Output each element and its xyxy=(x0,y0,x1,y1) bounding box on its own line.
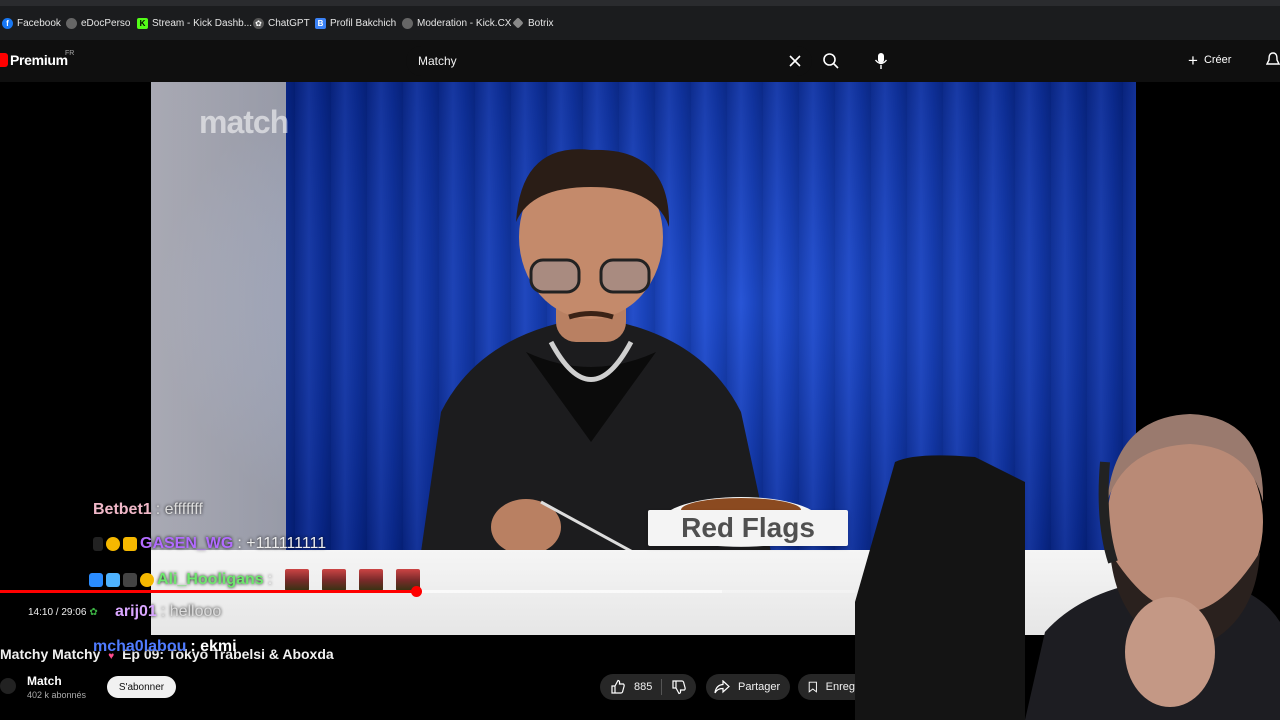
chat-message: arij01 : hellooo xyxy=(115,603,221,621)
bookmark-kick-dashboard[interactable]: K Stream - Kick Dashb... xyxy=(137,15,252,31)
create-button[interactable]: + Créer xyxy=(1188,48,1231,72)
subscriber-count: 402 k abonnés xyxy=(27,690,87,700)
globe-icon xyxy=(402,17,413,29)
kick-icon: K xyxy=(137,17,148,29)
search-query-text: Matchy xyxy=(418,54,457,68)
chat-message: GASEN_WG : +111111111 xyxy=(93,535,326,553)
bookmark-save-icon xyxy=(808,681,817,693)
crown-badge-icon xyxy=(123,537,137,551)
bookmark-label: eDocPerso xyxy=(81,17,131,29)
share-button[interactable]: Partager xyxy=(706,674,790,700)
close-icon xyxy=(789,55,801,67)
plus-icon: + xyxy=(1188,50,1198,70)
current-time: 14:10 xyxy=(28,607,54,618)
youtube-header: Premium FR Matchy xyxy=(0,40,1280,82)
search-input[interactable]: Matchy xyxy=(406,46,812,76)
create-label: Créer xyxy=(1203,54,1232,66)
like-icon[interactable] xyxy=(610,679,626,695)
bookmark-botrix[interactable]: Botrix xyxy=(512,15,554,31)
chat-message: Betbet1 : efffffff xyxy=(93,501,203,519)
progress-played xyxy=(0,590,417,593)
bookmark-facebook[interactable]: f Facebook xyxy=(2,15,61,31)
sword-badge-icon xyxy=(93,537,103,551)
chat-message: mcha0labou : ekmi xyxy=(93,638,237,656)
video-subject-figure xyxy=(421,149,821,552)
moderator-badge-icon xyxy=(89,573,103,587)
chat-message: Ali_Hooligans : xyxy=(89,569,421,591)
bookmark-chatgpt[interactable]: ✿ ChatGPT xyxy=(253,15,310,31)
share-icon xyxy=(714,680,730,694)
save-button[interactable]: Enreg xyxy=(798,674,855,700)
chat-username: GASEN_WG xyxy=(140,535,234,552)
progress-buffered xyxy=(416,590,723,593)
chat-text: : ekmi xyxy=(190,638,237,655)
chat-username: Betbet1 xyxy=(93,501,152,518)
red-flags-card: Red Flags xyxy=(648,510,848,546)
bookmark-label: ChatGPT xyxy=(268,17,310,29)
microphone-icon xyxy=(874,53,888,69)
sword-badge-icon xyxy=(123,573,137,587)
share-label: Partager xyxy=(738,681,781,693)
clear-search-button[interactable] xyxy=(786,52,804,70)
channel-avatar[interactable] xyxy=(0,678,16,694)
bookmarks-bar: f Facebook eDocPerso K Stream - Kick Das… xyxy=(0,0,1280,40)
channel-name[interactable]: Match xyxy=(27,674,62,688)
bookmark-label: Facebook xyxy=(17,17,61,29)
chat-text: : +111111111 xyxy=(237,535,327,552)
bookmark-label: Moderation - Kick.CX xyxy=(417,17,512,29)
chat-emote xyxy=(285,569,310,591)
progress-bar[interactable] xyxy=(0,586,855,597)
chat-emote xyxy=(359,569,384,591)
bookmark-label: Botrix xyxy=(528,17,554,29)
channel-watermark: match xyxy=(199,104,289,140)
time-display: 14:10 / 29:06 ✿ xyxy=(28,607,98,618)
facebook-icon: f xyxy=(2,17,13,29)
like-dislike-group: 885 xyxy=(600,674,696,700)
bookmark-label: Profil Bakchich xyxy=(330,17,397,29)
logo-text: Premium xyxy=(10,52,68,68)
subscriber-badge-icon xyxy=(106,537,120,551)
chat-text: : xyxy=(267,571,273,588)
chat-text: : hellooo xyxy=(160,603,222,620)
bookmark-edocperso[interactable]: eDocPerso xyxy=(66,15,130,31)
voice-search-button[interactable] xyxy=(868,48,894,74)
time-separator: / xyxy=(53,607,62,618)
subscriber-badge-icon xyxy=(140,573,154,587)
youtube-play-icon xyxy=(0,53,8,67)
like-divider xyxy=(661,679,663,695)
bookmark-moderation-kick[interactable]: Moderation - Kick.CX xyxy=(402,15,511,31)
chat-text: : efffffff xyxy=(155,501,203,518)
youtube-premium-logo[interactable]: Premium FR xyxy=(0,50,74,68)
save-label: Enreg xyxy=(825,681,855,693)
chat-username: Ali_Hooligans xyxy=(157,571,264,588)
duration: 29:06 xyxy=(61,607,87,618)
dislike-icon[interactable] xyxy=(671,679,687,695)
leaf-icon: ✿ xyxy=(89,607,98,618)
video-title-series: Matchy Matchy xyxy=(0,646,101,662)
search-button[interactable] xyxy=(818,48,844,74)
subscribe-button[interactable]: S'abonner xyxy=(107,676,176,698)
chat-username: mcha0labou xyxy=(93,638,187,655)
gem-badge-icon xyxy=(106,573,120,587)
chat-username: arij01 xyxy=(115,603,157,620)
chatgpt-icon: ✿ xyxy=(253,17,264,29)
streamer-webcam-overlay xyxy=(855,414,1280,720)
like-count[interactable]: 885 xyxy=(634,681,652,693)
bookmark-profil-bakchich[interactable]: B Profil Bakchich xyxy=(315,15,396,31)
logo-country-code: FR xyxy=(65,50,75,57)
bookmark-icon: B xyxy=(315,17,326,29)
notification-bell-icon[interactable] xyxy=(1266,51,1280,69)
globe-icon xyxy=(66,17,77,29)
browser-tab-strip xyxy=(0,0,1280,6)
bookmark-label: Stream - Kick Dashb... xyxy=(152,17,253,29)
search-icon xyxy=(823,53,839,69)
chat-emote xyxy=(322,569,347,591)
botrix-icon xyxy=(512,17,524,29)
